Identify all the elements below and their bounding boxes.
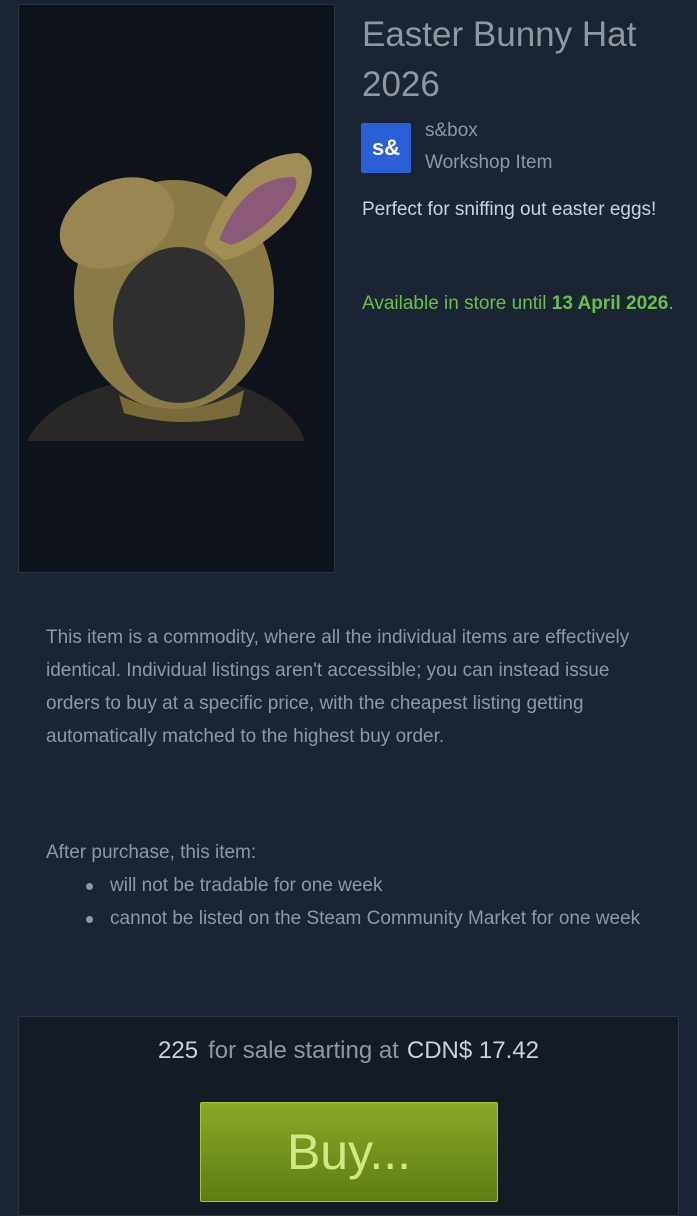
restrictions-list: will not be tradable for one week cannot… <box>46 869 646 935</box>
item-image <box>18 4 335 573</box>
after-purchase-heading: After purchase, this item: <box>46 842 257 863</box>
bunny-hat-illustration <box>27 153 312 441</box>
availability-suffix: . <box>668 293 674 314</box>
game-name[interactable]: s&box <box>425 120 478 142</box>
game-icon[interactable]: s& <box>361 123 411 173</box>
item-type: Workshop Item <box>425 152 553 173</box>
buy-button[interactable]: Buy... <box>200 1102 498 1202</box>
after-purchase-section: After purchase, this item: will not be t… <box>46 836 646 935</box>
sale-price: CDN$ 17.42 <box>406 1037 539 1064</box>
commodity-info: This item is a commodity, where all the … <box>46 627 630 747</box>
sale-summary: 225 for sale starting at CDN$ 17.42 <box>19 1037 678 1065</box>
restriction-item: cannot be listed on the Steam Community … <box>86 902 646 935</box>
item-title: Easter Bunny Hat 2026 <box>362 15 637 104</box>
sale-text: for sale starting at <box>208 1037 399 1064</box>
availability-prefix: Available in store until <box>362 293 552 314</box>
item-description: Perfect for sniffing out easter eggs! <box>362 199 657 220</box>
sale-count: 225 <box>158 1037 199 1064</box>
restriction-item: will not be tradable for one week <box>86 869 646 902</box>
sale-panel: 225 for sale starting at CDN$ 17.42 Buy... <box>18 1016 679 1216</box>
availability-date: 13 April 2026 <box>551 293 669 314</box>
availability-notice: Available in store until 13 April 2026. <box>362 288 682 319</box>
